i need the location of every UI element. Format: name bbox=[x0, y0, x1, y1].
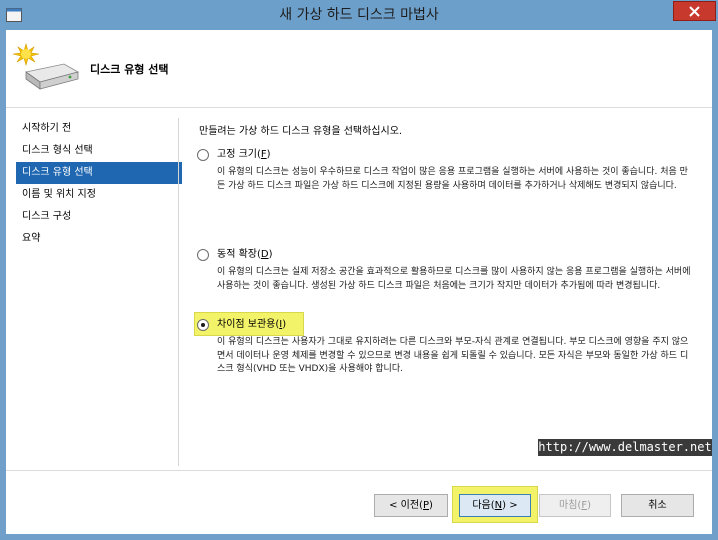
wizard-steps-nav: 시작하기 전 디스크 형식 선택 디스크 유형 선택 이름 및 위치 지정 디스… bbox=[16, 118, 182, 250]
option-dynamically-expanding: 동적 확장(D) 이 유형의 디스크는 실제 저장소 공간을 효과적으로 활용하… bbox=[197, 246, 707, 293]
footer-divider bbox=[6, 470, 712, 471]
button-label-end: ) > bbox=[502, 500, 518, 511]
nav-item-label: 요약 bbox=[22, 233, 41, 244]
site-watermark: http://www.delmaster.net bbox=[538, 439, 712, 456]
label-text: 고정 크기( bbox=[217, 149, 261, 160]
nav-item-label: 시작하기 전 bbox=[22, 123, 72, 134]
nav-item-label: 디스크 형식 선택 bbox=[22, 145, 93, 156]
finish-button[interactable]: 마침(F) bbox=[539, 494, 611, 517]
wizard-window: 새 가상 하드 디스크 마법사 디스크 유형 선택 시작하기 전 디스크 형식 … bbox=[0, 0, 718, 540]
nav-item-name-location[interactable]: 이름 및 위치 지정 bbox=[16, 184, 182, 206]
label-end: ) bbox=[282, 319, 287, 330]
next-button[interactable]: 다음(N) > bbox=[459, 494, 531, 517]
fixed-size-label[interactable]: 고정 크기(F) bbox=[217, 147, 271, 163]
nav-item-configure-disk[interactable]: 디스크 구성 bbox=[16, 206, 182, 228]
fixed-size-radio[interactable] bbox=[197, 149, 209, 161]
window-title: 새 가상 하드 디스크 마법사 bbox=[279, 7, 439, 23]
label-text: 동적 확장( bbox=[217, 249, 261, 260]
differencing-description: 이 유형의 디스크는 사용자가 그대로 유지하려는 다른 디스크와 부모-자식 … bbox=[217, 337, 689, 374]
button-label: 다음( bbox=[472, 500, 495, 511]
title-bar[interactable]: 새 가상 하드 디스크 마법사 bbox=[0, 0, 718, 30]
nav-item-before-you-begin[interactable]: 시작하기 전 bbox=[16, 118, 182, 140]
instruction-text: 만들려는 가상 하드 디스크 유형을 선택하십시오. bbox=[199, 126, 403, 137]
differencing-radio[interactable] bbox=[197, 319, 209, 331]
close-button[interactable] bbox=[673, 1, 716, 21]
cancel-button[interactable]: 취소 bbox=[621, 494, 694, 517]
button-label: 마침( bbox=[559, 500, 582, 511]
button-label: < 이전( bbox=[389, 500, 423, 511]
wizard-client-area: 디스크 유형 선택 시작하기 전 디스크 형식 선택 디스크 유형 선택 이름 … bbox=[6, 30, 712, 534]
fixed-size-description: 이 유형의 디스크는 성능이 우수하므로 디스크 작업이 많은 응용 프로그램을… bbox=[217, 167, 688, 191]
close-icon bbox=[689, 5, 700, 17]
button-label: 취소 bbox=[648, 500, 667, 511]
radio-row[interactable]: 차이점 보관용(I) bbox=[197, 316, 707, 334]
label-end: ) bbox=[266, 149, 271, 160]
differencing-label[interactable]: 차이점 보관용(I) bbox=[217, 317, 286, 333]
previous-button[interactable]: < 이전(P) bbox=[374, 494, 448, 517]
button-label-end: ) bbox=[428, 500, 433, 511]
option-differencing: 차이점 보관용(I) 이 유형의 디스크는 사용자가 그대로 유지하려는 다른 … bbox=[197, 316, 707, 377]
virtual-disk-wizard-icon bbox=[12, 42, 80, 90]
page-title: 디스크 유형 선택 bbox=[90, 63, 169, 76]
dynamically-expanding-label[interactable]: 동적 확장(D) bbox=[217, 247, 273, 263]
disk-type-panel: 만들려는 가상 하드 디스크 유형을 선택하십시오. 고정 크기(F) 이 유형… bbox=[178, 118, 708, 466]
label-end: ) bbox=[268, 249, 273, 260]
radio-row[interactable]: 고정 크기(F) bbox=[197, 146, 707, 164]
option-fixed-size: 고정 크기(F) 이 유형의 디스크는 성능이 우수하므로 디스크 작업이 많은… bbox=[197, 146, 707, 193]
label-text: 차이점 보관용( bbox=[217, 319, 280, 330]
nav-item-label: 이름 및 위치 지정 bbox=[22, 189, 96, 200]
nav-item-label: 디스크 유형 선택 bbox=[22, 167, 93, 178]
nav-item-choose-format[interactable]: 디스크 형식 선택 bbox=[16, 140, 182, 162]
nav-item-label: 디스크 구성 bbox=[22, 211, 72, 222]
accelerator-key: D bbox=[260, 249, 269, 260]
radio-row[interactable]: 동적 확장(D) bbox=[197, 246, 707, 264]
nav-item-choose-type[interactable]: 디스크 유형 선택 bbox=[16, 162, 182, 184]
button-label-end: ) bbox=[587, 500, 591, 511]
nav-item-summary[interactable]: 요약 bbox=[16, 228, 182, 250]
wizard-header: 디스크 유형 선택 bbox=[6, 30, 712, 108]
dynamically-expanding-description: 이 유형의 디스크는 실제 저장소 공간을 효과적으로 활용하므로 디스크를 많… bbox=[217, 267, 691, 291]
dynamically-expanding-radio[interactable] bbox=[197, 249, 209, 261]
